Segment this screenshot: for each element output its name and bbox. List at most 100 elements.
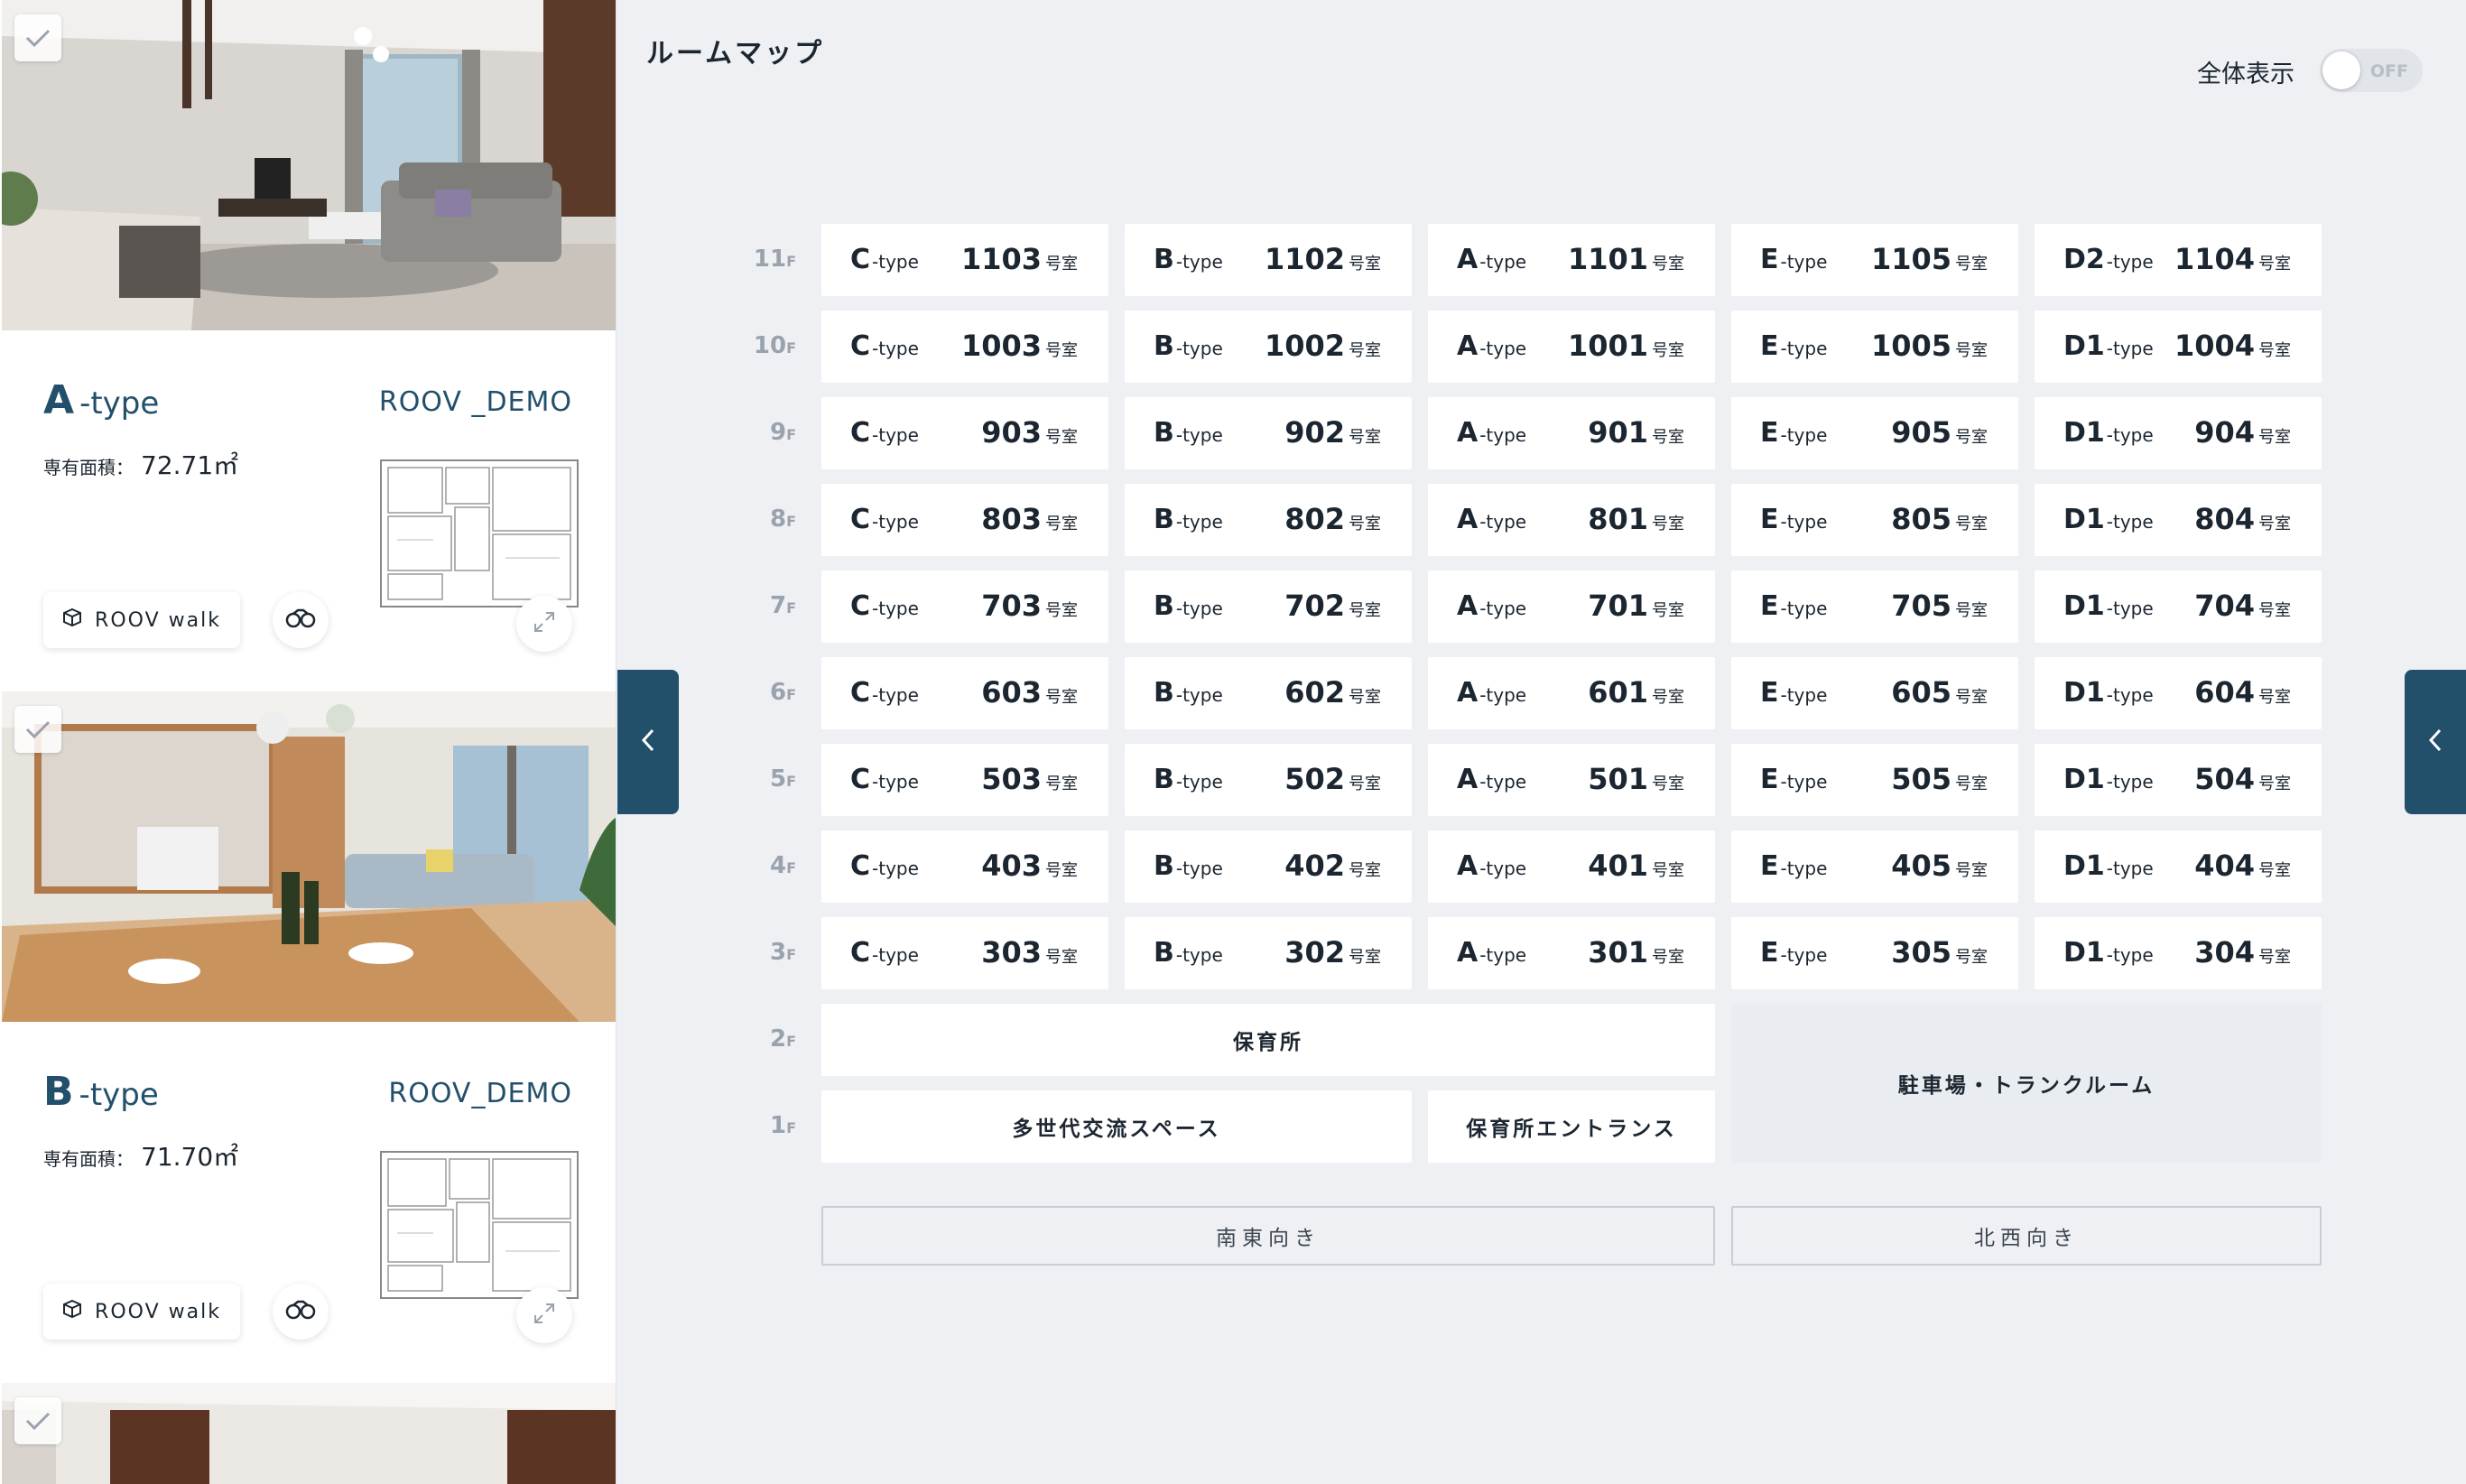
room-cell[interactable]: A -type 901 号室	[1428, 397, 1715, 469]
room-cell[interactable]: D1 -type 504 号室	[2035, 744, 2322, 816]
room-number: 1004 号室	[2174, 329, 2291, 363]
unit-card-b[interactable]: B -type ROOV_DEMO 専有面積： 71.70㎡ ROOV walk	[0, 691, 616, 1383]
room-cell[interactable]: A -type 301 号室	[1428, 917, 1715, 989]
room-type: B -type	[1154, 764, 1223, 795]
floor-number: 8	[769, 505, 787, 533]
room-cell[interactable]: D1 -type 704 号室	[2035, 570, 2322, 643]
room-number-value: 1104	[2174, 242, 2255, 276]
toggle-knob[interactable]	[2322, 51, 2360, 89]
facility-nursery-entrance[interactable]: 保育所エントランス	[1428, 1090, 1715, 1163]
toggle-state: OFF	[2369, 61, 2408, 81]
room-cell[interactable]: E -type 505 号室	[1731, 744, 2018, 816]
room-number-value: 601	[1588, 675, 1648, 710]
open-right-panel-button[interactable]	[2405, 670, 2466, 814]
room-cell[interactable]: E -type 405 号室	[1731, 830, 2018, 903]
room-cell[interactable]: A -type 401 号室	[1428, 830, 1715, 903]
room-photo-b[interactable]	[2, 691, 616, 1022]
room-cell[interactable]: E -type 905 号室	[1731, 397, 2018, 469]
room-cell[interactable]: B -type 602 号室	[1125, 657, 1412, 729]
room-number-value: 402	[1284, 849, 1345, 883]
room-type-suffix: -type	[1780, 771, 1828, 793]
room-cell[interactable]: E -type 305 号室	[1731, 917, 2018, 989]
room-cell[interactable]: E -type 1105 号室	[1731, 224, 2018, 296]
room-photo-c[interactable]	[2, 1383, 616, 1484]
room-cell[interactable]: C -type 503 号室	[821, 744, 1108, 816]
room-type-letter: A	[1457, 850, 1479, 882]
room-cell[interactable]: D1 -type 404 号室	[2035, 830, 2322, 903]
unit-card-a[interactable]: A -type ROOV _DEMO 専有面積： 72.71㎡ ROOV wal…	[0, 0, 616, 691]
room-cell[interactable]: C -type 1103 号室	[821, 224, 1108, 296]
roov-walk-button[interactable]: ROOV walk	[43, 1284, 240, 1340]
vr-view-button[interactable]	[273, 592, 329, 648]
room-cell[interactable]: E -type 605 号室	[1731, 657, 2018, 729]
room-cell[interactable]: A -type 601 号室	[1428, 657, 1715, 729]
room-cell[interactable]: A -type 1101 号室	[1428, 224, 1715, 296]
select-checkbox-a[interactable]	[14, 14, 61, 61]
room-cell[interactable]: A -type 701 号室	[1428, 570, 1715, 643]
floor-label: 8F	[749, 505, 796, 533]
collapse-left-panel-button[interactable]	[617, 670, 679, 814]
show-all-label: 全体表示	[2197, 60, 2294, 88]
room-cell[interactable]: D1 -type 904 号室	[2035, 397, 2322, 469]
room-number-value: 303	[981, 935, 1042, 969]
room-number: 305 号室	[1891, 935, 1988, 969]
expand-floorplan-button[interactable]	[516, 1287, 572, 1343]
roov-walk-button[interactable]: ROOV walk	[43, 592, 240, 648]
room-photo-a[interactable]	[2, 0, 616, 330]
room-number-unit: 号室	[2258, 428, 2291, 447]
room-cell[interactable]: D1 -type 804 号室	[2035, 484, 2322, 556]
room-cell[interactable]: B -type 702 号室	[1125, 570, 1412, 643]
room-type-letter: A	[1457, 937, 1479, 969]
room-cell[interactable]: B -type 1002 号室	[1125, 311, 1412, 383]
room-number-value: 505	[1891, 762, 1951, 796]
room-cell[interactable]: C -type 603 号室	[821, 657, 1108, 729]
expand-floorplan-button[interactable]	[516, 596, 572, 652]
room-number-value: 704	[2194, 589, 2255, 623]
room-type: D1 -type	[2063, 764, 2154, 795]
room-cell[interactable]: D1 -type 304 号室	[2035, 917, 2322, 989]
room-number: 304 号室	[2194, 935, 2291, 969]
room-cell[interactable]: C -type 1003 号室	[821, 311, 1108, 383]
room-type-letter: B	[1154, 677, 1174, 709]
room-cell[interactable]: B -type 402 号室	[1125, 830, 1412, 903]
room-type-letter: E	[1760, 417, 1779, 449]
facility-community-space[interactable]: 多世代交流スペース	[821, 1090, 1412, 1163]
room-cell[interactable]: B -type 902 号室	[1125, 397, 1412, 469]
select-checkbox-c[interactable]	[14, 1397, 61, 1444]
floorplan-thumbnail[interactable]	[379, 459, 579, 608]
room-cell[interactable]: A -type 801 号室	[1428, 484, 1715, 556]
unit-card-c[interactable]	[0, 1383, 616, 1484]
room-cell[interactable]: C -type 703 号室	[821, 570, 1108, 643]
room-cell[interactable]: B -type 802 号室	[1125, 484, 1412, 556]
room-type: D1 -type	[2063, 590, 2154, 622]
select-checkbox-b[interactable]	[14, 706, 61, 753]
room-type-letter: E	[1760, 764, 1779, 795]
room-cell[interactable]: D2 -type 1104 号室	[2035, 224, 2322, 296]
facility-parking[interactable]: 駐車場・トランクルーム	[1731, 1004, 2322, 1163]
room-type-suffix: -type	[872, 598, 919, 619]
room-cell[interactable]: B -type 302 号室	[1125, 917, 1412, 989]
room-cell[interactable]: C -type 903 号室	[821, 397, 1108, 469]
room-cell[interactable]: E -type 805 号室	[1731, 484, 2018, 556]
unit-type-title: A -type	[43, 377, 160, 423]
room-cell[interactable]: E -type 705 号室	[1731, 570, 2018, 643]
room-cell[interactable]: B -type 1102 号室	[1125, 224, 1412, 296]
room-type: B -type	[1154, 504, 1223, 535]
room-cell[interactable]: C -type 303 号室	[821, 917, 1108, 989]
show-all-toggle[interactable]: OFF	[2320, 49, 2423, 92]
floorplan-thumbnail[interactable]	[379, 1150, 579, 1300]
room-cell[interactable]: C -type 803 号室	[821, 484, 1108, 556]
room-cell[interactable]: D1 -type 1004 号室	[2035, 311, 2322, 383]
room-cell[interactable]: A -type 501 号室	[1428, 744, 1715, 816]
room-number-unit: 号室	[1652, 861, 1684, 880]
room-number-unit: 号室	[1955, 515, 1988, 533]
facility-nursery[interactable]: 保育所	[821, 1004, 1715, 1076]
room-cell[interactable]: B -type 502 号室	[1125, 744, 1412, 816]
room-cell[interactable]: E -type 1005 号室	[1731, 311, 2018, 383]
room-cell[interactable]: D1 -type 604 号室	[2035, 657, 2322, 729]
room-number-value: 1102	[1264, 242, 1345, 276]
room-cell[interactable]: A -type 1001 号室	[1428, 311, 1715, 383]
room-cell[interactable]: C -type 403 号室	[821, 830, 1108, 903]
vr-view-button[interactable]	[273, 1284, 329, 1340]
room-type: D1 -type	[2063, 417, 2154, 449]
